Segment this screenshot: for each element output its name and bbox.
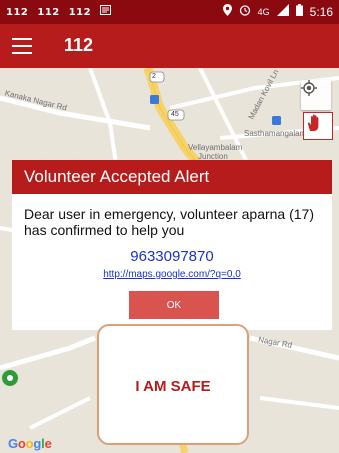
carrier-indicators: 112 112 112 — [6, 5, 116, 18]
route-shield-label: 2 — [152, 73, 156, 80]
status-bar: 112 112 112 4G 5:16 — [0, 0, 339, 24]
volunteer-phone-link[interactable]: 9633097870 — [12, 248, 332, 265]
clock: 5:16 — [309, 4, 333, 19]
ok-button[interactable]: OK — [129, 291, 219, 319]
battery-icon — [295, 4, 303, 19]
carrier-label: 112 — [37, 7, 60, 18]
volunteer-alert-dialog: Volunteer Accepted Alert Dear user in em… — [12, 160, 332, 330]
map-place-label: Vellayambalam — [188, 143, 243, 152]
signal-icon — [276, 4, 289, 19]
i-am-safe-button[interactable]: I AM SAFE — [97, 324, 249, 445]
system-indicators: 4G 5:16 — [222, 4, 333, 19]
hamburger-icon[interactable] — [12, 38, 32, 54]
google-logo: Google — [8, 436, 52, 451]
alarm-icon — [239, 4, 251, 19]
notification-icon — [100, 5, 112, 18]
carrier-label: 112 — [68, 7, 92, 18]
app-title: 112 — [64, 35, 94, 55]
location-icon — [222, 4, 232, 19]
dialog-message: Dear user in emergency, volunteer aparna… — [24, 206, 315, 238]
map-location-link[interactable]: http://maps.google.com/?q=0,0 — [12, 269, 332, 280]
dialog-title: Volunteer Accepted Alert — [12, 160, 332, 194]
app-bar: 112 — [0, 24, 339, 68]
carrier-label: 112 — [6, 7, 29, 18]
map-place-label: Sasthamangalam — [244, 129, 307, 138]
network-type: 4G — [257, 6, 270, 17]
stop-alert-button[interactable] — [303, 112, 333, 140]
route-shield-label: 45 — [171, 111, 179, 118]
my-location-button[interactable] — [301, 80, 331, 110]
